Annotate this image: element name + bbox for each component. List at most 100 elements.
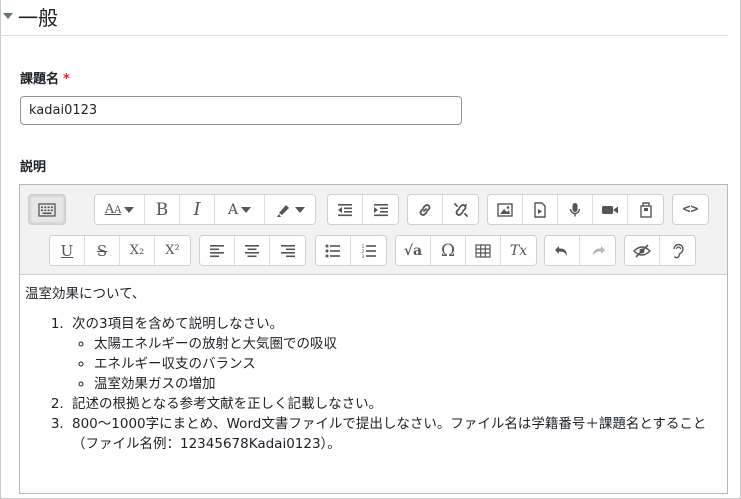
align-left-button[interactable] xyxy=(200,236,235,265)
outdent-button[interactable] xyxy=(328,195,363,224)
strikethrough-button[interactable]: S xyxy=(85,236,120,265)
chevron-down-icon xyxy=(294,206,305,213)
section-header-general[interactable]: 一般 xyxy=(0,0,728,36)
code-icon: <> xyxy=(682,202,699,217)
record-video-button[interactable] xyxy=(593,195,628,224)
list-item: 記述の根拠となる参考文献を正しく記載しなさい。 xyxy=(68,394,722,414)
special-chars-button[interactable]: Ω xyxy=(431,236,466,265)
toolbar-group-align xyxy=(199,235,306,266)
screenreader-helper-button[interactable] xyxy=(660,236,695,265)
font-style-button[interactable]: AA xyxy=(95,195,145,224)
link-button[interactable] xyxy=(408,195,443,224)
bold-button[interactable]: B xyxy=(145,195,180,224)
eye-slash-icon xyxy=(633,243,651,258)
toolbar-group-lists: 123 xyxy=(315,235,387,266)
outdent-icon xyxy=(338,203,352,216)
table-icon xyxy=(475,243,491,258)
media-icon xyxy=(534,201,546,218)
list-item: 次の3項目を含めて説明しなさい。 太陽エネルギーの放射と大気圏での吸収 エネルギ… xyxy=(68,314,722,394)
manage-files-button[interactable] xyxy=(628,195,663,224)
editor-content-area[interactable]: 温室効果について、 次の3項目を含めて説明しなさい。 太陽エネルギーの放射と大気… xyxy=(20,276,727,493)
unordered-list-button[interactable] xyxy=(316,236,351,265)
sub-list-item: エネルギー収支のバランス xyxy=(94,354,722,374)
description-label: 説明 xyxy=(20,160,47,175)
record-audio-button[interactable] xyxy=(558,195,593,224)
background-color-button[interactable] xyxy=(265,195,315,224)
unlink-icon xyxy=(453,202,468,217)
files-icon xyxy=(639,201,652,218)
italic-icon: I xyxy=(193,199,201,220)
bullet-list-icon xyxy=(325,244,340,257)
unlink-button[interactable] xyxy=(443,195,478,224)
redo-icon xyxy=(592,245,605,256)
toolbar-group-accessibility xyxy=(624,235,696,266)
align-center-button[interactable] xyxy=(235,236,270,265)
sub-list-item: 太陽エネルギーの放射と大気圏での吸収 xyxy=(94,334,722,354)
microphone-icon xyxy=(569,202,581,216)
editor-toolbar: AA B I A <> U S X₂ X² 1 2 3 √a Ω Tx xyxy=(20,185,727,275)
chevron-down-icon xyxy=(241,206,252,213)
list-item: 800～1000字にまとめ、Word文書ファイルで提出しなさい。ファイル名は学籍… xyxy=(68,414,722,454)
square-root-icon: √a xyxy=(403,242,423,259)
assignment-name-input[interactable] xyxy=(20,96,462,125)
numbered-list-icon: 123 xyxy=(361,244,376,258)
clear-formatting-button[interactable]: Tx xyxy=(501,236,536,265)
chevron-down-icon xyxy=(124,206,135,213)
font-style-icon: AA xyxy=(104,202,122,217)
collapse-caret-icon[interactable] xyxy=(3,13,13,19)
toolbar-toggle-button[interactable] xyxy=(29,195,65,224)
undo-button[interactable] xyxy=(545,236,580,265)
italic-button[interactable]: I xyxy=(180,195,215,224)
underline-button[interactable]: U xyxy=(50,236,85,265)
superscript-icon: X² xyxy=(165,243,180,258)
subscript-icon: X₂ xyxy=(129,243,145,258)
toolbar-group-indent xyxy=(327,194,399,225)
ear-icon xyxy=(672,243,684,258)
indent-icon xyxy=(373,203,388,216)
bold-icon: B xyxy=(155,199,169,220)
image-button[interactable] xyxy=(488,195,523,224)
omega-icon: Ω xyxy=(440,240,456,261)
toolbar-group-collapse xyxy=(28,194,66,225)
equation-button[interactable]: √a xyxy=(396,236,431,265)
assignment-name-label-text: 課題名 xyxy=(20,72,60,87)
content-ordered-list: 次の3項目を含めて説明しなさい。 太陽エネルギーの放射と大気圏での吸収 エネルギ… xyxy=(25,314,722,454)
assignment-name-label: 課題名 * xyxy=(20,68,70,87)
align-right-icon xyxy=(280,244,295,257)
toolbar-group-style: AA B I A xyxy=(94,194,316,225)
media-button[interactable] xyxy=(523,195,558,224)
align-center-icon xyxy=(245,244,259,257)
description-editor[interactable]: AA B I A <> U S X₂ X² 1 2 3 √a Ω Tx 温室効果… xyxy=(19,184,728,494)
subscript-button[interactable]: X₂ xyxy=(120,236,155,265)
html-button[interactable]: <> xyxy=(673,195,708,224)
font-color-icon: A xyxy=(227,201,239,218)
toolbar-group-html: <> xyxy=(672,194,709,225)
list-item-text: 次の3項目を含めて説明しなさい。 xyxy=(72,316,284,332)
link-icon xyxy=(419,203,431,216)
table-button[interactable] xyxy=(466,236,501,265)
toolbar-group-media xyxy=(487,194,664,225)
clear-formatting-icon: Tx xyxy=(509,242,528,259)
font-color-button[interactable]: A xyxy=(215,195,265,224)
ordered-list-button[interactable]: 123 xyxy=(351,236,386,265)
align-left-icon xyxy=(210,244,224,257)
svg-text:3: 3 xyxy=(361,254,364,258)
section-title[interactable]: 一般 xyxy=(18,2,58,31)
superscript-button[interactable]: X² xyxy=(155,236,190,265)
toolbar-group-text-format: U S X₂ X² xyxy=(49,235,191,266)
content-sub-list: 太陽エネルギーの放射と大気圏での吸収 エネルギー収支のバランス 温室効果ガスの増… xyxy=(72,334,722,394)
undo-icon xyxy=(555,245,567,256)
underline-icon: U xyxy=(60,241,74,260)
highlighter-icon xyxy=(276,204,289,217)
strikethrough-icon: S xyxy=(96,241,108,260)
required-icon: * xyxy=(63,72,70,87)
redo-button[interactable] xyxy=(580,236,615,265)
keyboard-icon xyxy=(38,202,56,217)
accessibility-checker-button[interactable] xyxy=(625,236,660,265)
image-icon xyxy=(497,202,513,217)
content-intro: 温室効果について、 xyxy=(25,286,146,302)
indent-button[interactable] xyxy=(363,195,398,224)
toolbar-group-history xyxy=(544,235,616,266)
align-right-button[interactable] xyxy=(270,236,305,265)
toolbar-group-insert: √a Ω Tx xyxy=(395,235,537,266)
